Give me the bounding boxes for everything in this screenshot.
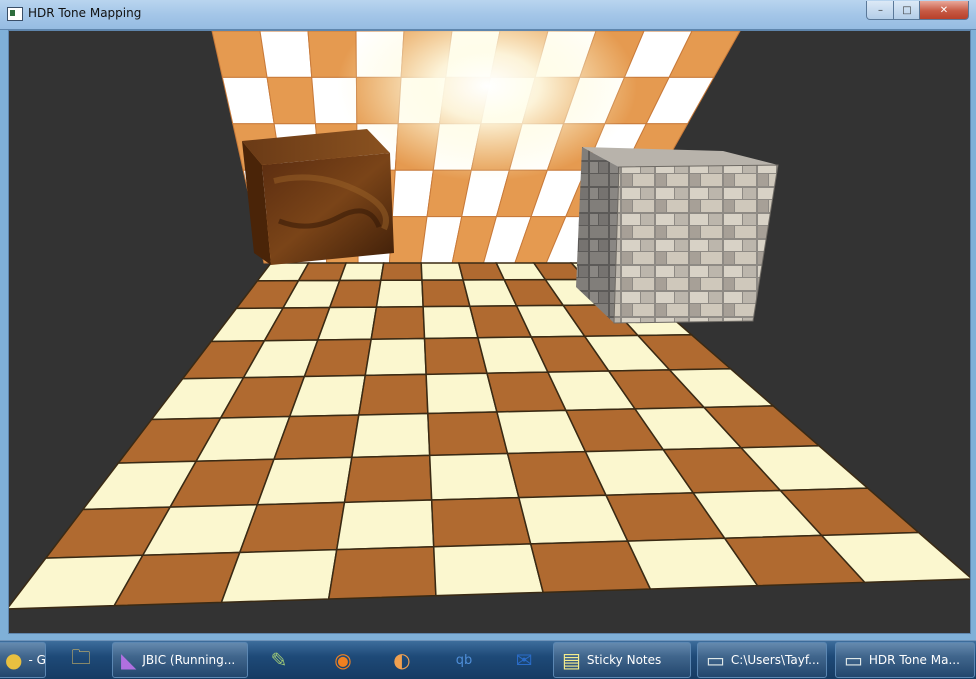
- taskbar-item-chrome[interactable]: ● - Goo...: [0, 642, 46, 678]
- taskbar-item-qbittorrent[interactable]: qb: [442, 643, 486, 677]
- floor-tile: [370, 305, 426, 341]
- taskbar-item-console[interactable]: ▭ C:\Users\Tayf...: [697, 642, 827, 678]
- floor-tile: [375, 279, 424, 308]
- floor-tile: [256, 456, 353, 506]
- sticky-notes-icon: ▤: [562, 648, 581, 672]
- floor-tile: [425, 372, 498, 415]
- taskbar-item-label: - Goo...: [28, 653, 45, 667]
- taskbar-item-label: HDR Tone Ma...: [868, 653, 960, 667]
- minimize-button[interactable]: –: [866, 1, 895, 20]
- floor-tile: [327, 545, 437, 600]
- window-title: HDR Tone Mapping: [28, 6, 142, 20]
- floor-tile: [422, 305, 479, 340]
- floor-tile: [428, 452, 520, 501]
- qbittorrent-icon: qb: [455, 652, 473, 668]
- wall-tile: [266, 76, 317, 125]
- orange-icon: ◐: [393, 648, 411, 672]
- floor-tile: [364, 337, 427, 377]
- app-window-icon: ▭: [844, 648, 863, 672]
- maximize-button[interactable]: □: [893, 1, 921, 20]
- visual-studio-icon: ◣: [121, 648, 137, 672]
- floor-tile: [421, 279, 471, 308]
- file-explorer-icon: 🗀: [71, 645, 91, 669]
- taskbar-item-label: C:\Users\Tayf...: [730, 653, 820, 667]
- taskbar-item-outlook[interactable]: ✉: [500, 643, 548, 677]
- wall-tile: [391, 169, 434, 218]
- close-button[interactable]: ✕: [919, 1, 969, 20]
- taskbar: ● - Goo... 🗀 ◣ JBIC (Running... ✎ ◉ ◐ qb ✉ ▤ Sticky…: [0, 640, 976, 679]
- taskbar-item-app-window[interactable]: ▭ HDR Tone Ma...: [835, 642, 975, 678]
- wooden-cube: [242, 129, 394, 265]
- floor-tile: [350, 412, 431, 459]
- floor-tile: [343, 454, 433, 504]
- app-window: HDR Tone Mapping – □ ✕: [0, 0, 976, 640]
- taskbar-item-label: Sticky Notes: [586, 653, 662, 667]
- taskbar-item-visual-studio[interactable]: ◣ JBIC (Running...: [112, 642, 248, 678]
- notepad-plus-plus-icon: ✎: [270, 648, 288, 672]
- hdr-scene: [9, 31, 970, 610]
- wall-tile: [221, 76, 275, 125]
- floor-tile: [357, 373, 429, 416]
- stone-cube: [576, 147, 779, 324]
- wall-tile: [211, 31, 268, 78]
- floor-tile: [379, 262, 423, 282]
- floor-tile: [335, 499, 435, 551]
- floor-tile: [420, 262, 465, 281]
- taskbar-item-file-explorer[interactable]: 🗀: [57, 643, 105, 677]
- blender-icon: ◉: [334, 648, 352, 672]
- floor-tile: [427, 411, 509, 457]
- floor-tile: [423, 336, 488, 376]
- floor-tile: [430, 496, 532, 548]
- wall-tile: [259, 31, 313, 78]
- title-bar[interactable]: HDR Tone Mapping – □ ✕: [0, 0, 976, 30]
- floor-tile: [338, 262, 385, 282]
- taskbar-item-label: JBIC (Running...: [142, 653, 236, 667]
- render-viewport[interactable]: [8, 30, 971, 634]
- floor-tile: [220, 548, 338, 604]
- floor-tile: [432, 543, 545, 597]
- checkered-floor: [9, 262, 970, 610]
- console-icon: ▭: [706, 648, 725, 672]
- app-window-icon: [7, 7, 23, 21]
- taskbar-item-blender[interactable]: ◉: [319, 643, 367, 677]
- taskbar-item-orange[interactable]: ◐: [378, 643, 426, 677]
- outlook-icon: ✉: [515, 648, 533, 672]
- taskbar-item-notepad-plus-plus[interactable]: ✎: [257, 643, 301, 677]
- chrome-icon: ●: [5, 648, 23, 672]
- floor-tile: [238, 501, 346, 554]
- taskbar-item-sticky-notes[interactable]: ▤ Sticky Notes: [553, 642, 691, 678]
